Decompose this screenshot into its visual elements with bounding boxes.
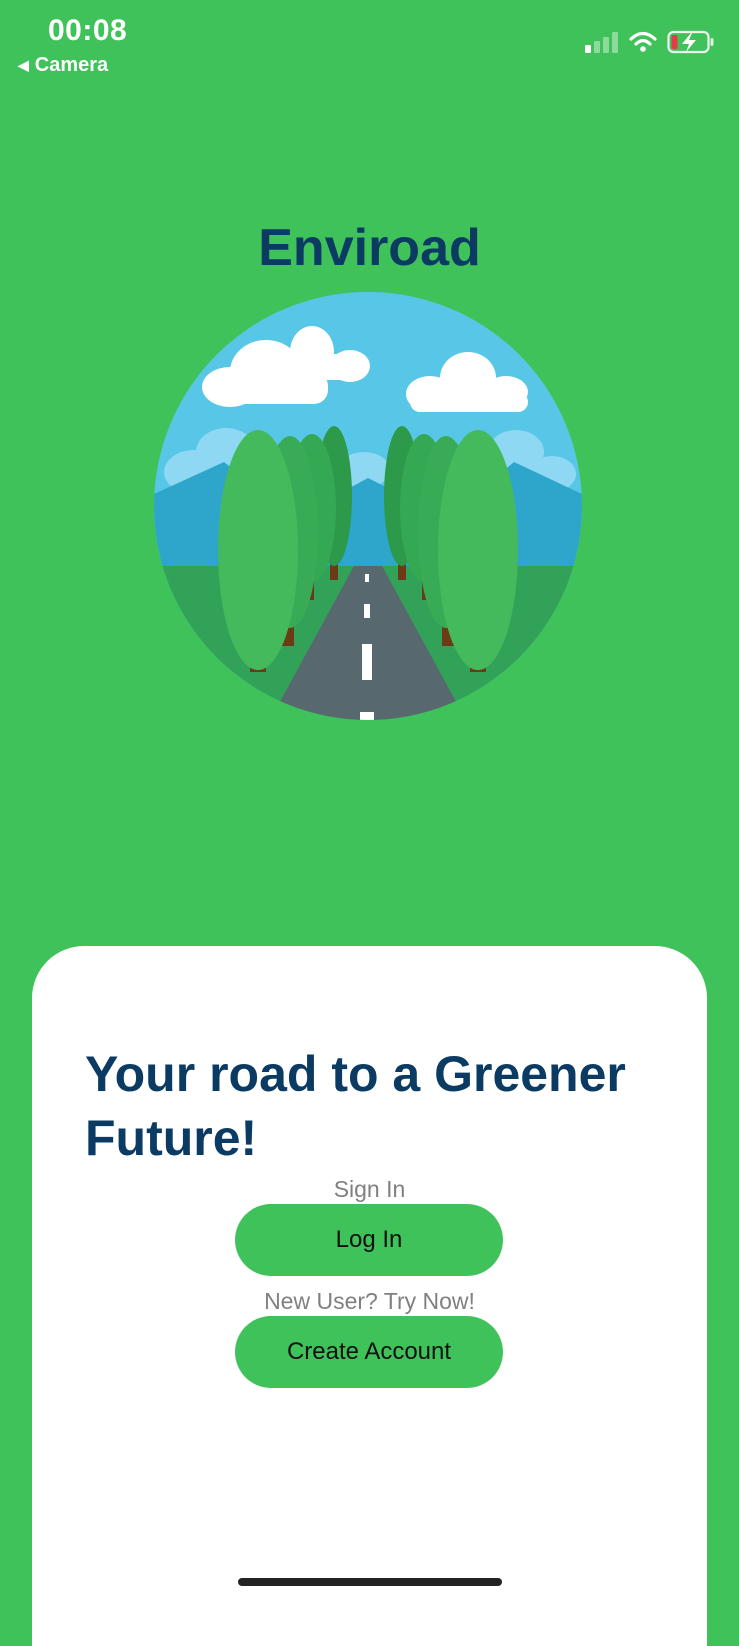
app-title: Enviroad [258,219,481,277]
headline: Your road to a Greener Future! [85,1046,626,1166]
cellular-signal-icon [585,32,618,53]
login-button[interactable]: Log In [235,1204,503,1276]
create-account-button[interactable]: Create Account [235,1316,503,1388]
back-arrow-icon: ◀ [18,57,29,73]
new-user-caption: New User? Try Now! [264,1288,475,1314]
back-to-camera-link[interactable]: ◀ Camera [18,54,108,77]
wifi-icon [629,31,657,52]
status-icons [585,30,715,54]
sign-in-caption: Sign In [333,1176,406,1202]
back-label: Camera [34,54,109,76]
status-time: 00:08 [48,14,128,47]
battery-charging-icon [667,30,714,54]
status-bar: 00:08 ◀ Camera [0,0,739,90]
welcome-card: Your road to a Greener Future! Sign In L… [32,946,707,1646]
home-indicator [238,1578,502,1586]
road-illustration [154,292,582,720]
